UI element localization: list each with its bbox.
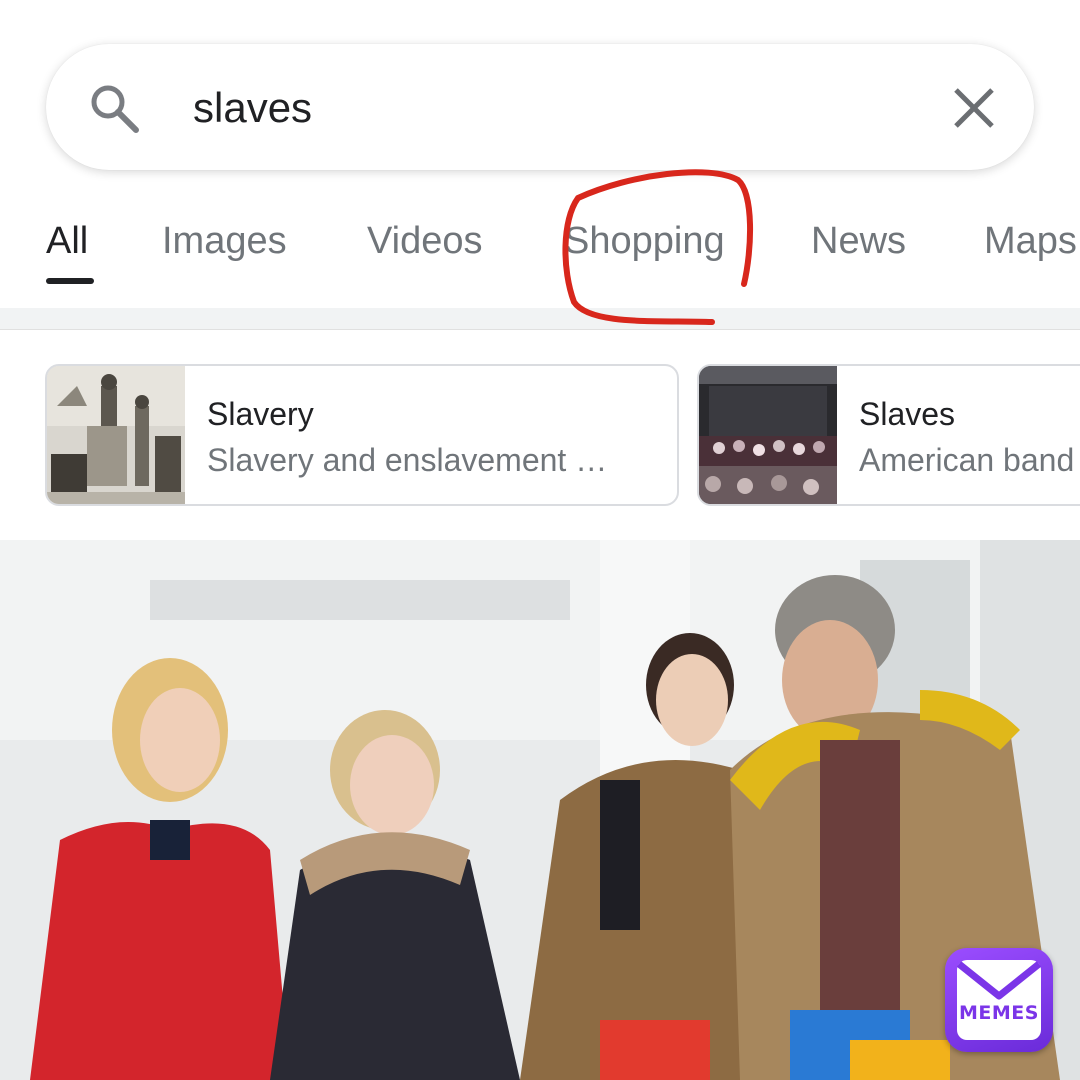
card-subtitle: American band: [859, 442, 1075, 478]
card-title: Slavery: [207, 396, 314, 432]
search-tabs: All Images Videos Shopping News Maps: [0, 208, 1080, 308]
memes-logo-text: MEMES: [959, 1002, 1039, 1024]
clear-icon[interactable]: [948, 82, 1000, 134]
search-icon[interactable]: [86, 80, 142, 136]
search-input[interactable]: slaves: [193, 80, 312, 136]
card-subtitle: Slavery and enslavement …: [207, 442, 608, 478]
knowledge-card-slavery[interactable]: Slavery Slavery and enslavement …: [45, 364, 679, 506]
memes-logo: MEMES: [945, 948, 1053, 1052]
tab-images[interactable]: Images: [162, 220, 287, 263]
band-thumbnail: [699, 366, 837, 504]
tab-videos[interactable]: Videos: [367, 220, 483, 263]
tab-maps[interactable]: Maps: [984, 220, 1077, 263]
slavery-thumbnail: [47, 366, 185, 504]
tabs-divider: [0, 308, 1080, 330]
tab-all[interactable]: All: [46, 220, 88, 263]
knowledge-card-slaves-band[interactable]: Slaves American band: [697, 364, 1080, 506]
tab-news[interactable]: News: [811, 220, 906, 263]
card-title: Slaves: [859, 396, 956, 432]
shopping-photo[interactable]: [0, 540, 1080, 1080]
envelope-icon: MEMES: [957, 960, 1041, 1040]
active-tab-indicator: [46, 278, 94, 284]
tab-shopping[interactable]: Shopping: [564, 220, 725, 263]
